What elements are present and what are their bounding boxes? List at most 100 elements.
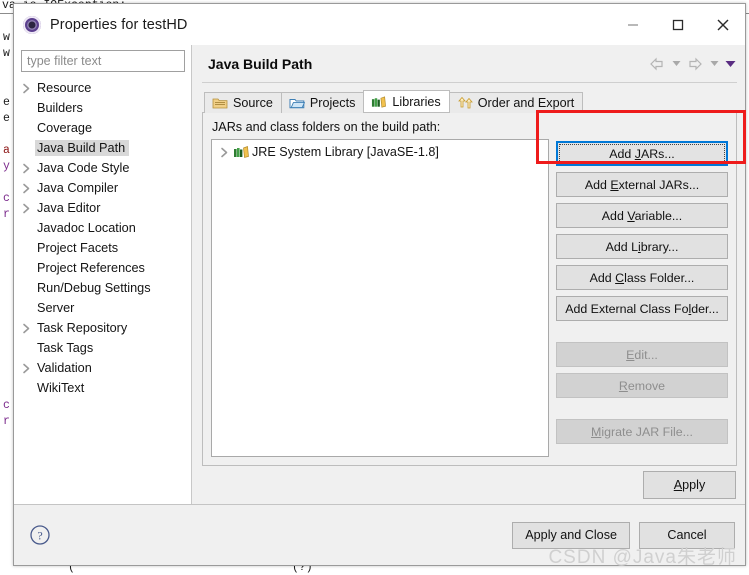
background-line-5: e [3, 112, 10, 125]
add-external-class-folder-button-label: Add External Class Folder... [565, 301, 719, 316]
order-export-icon [457, 96, 473, 110]
sidebar-item-builders[interactable]: Builders [14, 98, 191, 118]
properties-gear-icon [23, 15, 41, 34]
jar-list-item-label: JRE System Library [JavaSE-1.8] [252, 145, 439, 159]
button-group-separator [556, 404, 728, 413]
source-folder-icon [212, 98, 228, 109]
page-navigation [647, 45, 737, 82]
sidebar-item-label: Builders [37, 101, 83, 115]
tree-expander[interactable] [18, 183, 35, 194]
window-controls [610, 4, 745, 45]
minimize-button[interactable] [610, 4, 655, 45]
sidebar-item-label: Java Editor [37, 201, 101, 215]
apply-row: Apply [192, 466, 745, 504]
page-header: Java Build Path [192, 45, 745, 82]
sidebar-item-validation[interactable]: Validation [14, 358, 191, 378]
sidebar-item-project-facets[interactable]: Project Facets [14, 238, 191, 258]
sidebar-item-server[interactable]: Server [14, 298, 191, 318]
tab-projects[interactable]: Projects [280, 92, 365, 113]
tab-source[interactable]: Source [204, 92, 282, 113]
background-line-1: w [3, 31, 10, 44]
sidebar-item-wikitext[interactable]: WikiText [14, 378, 191, 398]
forward-button[interactable] [685, 57, 705, 71]
sidebar-item-task-repository[interactable]: Task Repository [14, 318, 191, 338]
dialog-titlebar: Properties for testHD [14, 4, 745, 45]
chevron-down-icon [710, 61, 718, 66]
sidebar-item-label: WikiText [37, 381, 85, 395]
back-button[interactable] [647, 57, 667, 71]
apply-button[interactable]: Apply [643, 471, 736, 499]
sidebar-item-coverage[interactable]: Coverage [14, 118, 191, 138]
minimize-icon [627, 23, 638, 26]
dialog-body: Resource Builders Coverage Java Build Path J… [14, 45, 745, 504]
close-button[interactable] [700, 4, 745, 45]
sidebar-item-label: Java Build Path [35, 140, 130, 156]
chevron-right-icon [23, 203, 30, 213]
tree-expander[interactable] [18, 203, 35, 214]
tree-expander[interactable] [216, 147, 233, 158]
chevron-right-icon [23, 163, 30, 173]
add-jars-button-label: Add JARs... [609, 146, 675, 161]
back-arrow-icon [650, 57, 663, 70]
library-books-icon [234, 146, 249, 158]
watermark: CSDN @Java朱老师 [548, 547, 737, 568]
add-jars-button[interactable]: Add JARs... [556, 141, 728, 166]
build-path-tabs: Source Projects Libraries Order and Export [192, 83, 745, 113]
add-class-folder-button-label: Add Class Folder... [589, 270, 695, 285]
source-folder-icon [212, 96, 228, 110]
svg-text:?: ? [37, 529, 42, 543]
sidebar-item-run-debug-settings[interactable]: Run/Debug Settings [14, 278, 191, 298]
forward-dropdown-button[interactable] [707, 60, 721, 67]
filter-input[interactable] [21, 50, 185, 72]
back-dropdown-button[interactable] [669, 60, 683, 67]
sidebar-item-javadoc-location[interactable]: Javadoc Location [14, 218, 191, 238]
add-variable-button[interactable]: Add Variable... [556, 203, 728, 228]
add-external-jars-button[interactable]: Add External JARs... [556, 172, 728, 197]
chevron-right-icon [23, 183, 30, 193]
tab-libraries[interactable]: Libraries [363, 90, 450, 112]
settings-sidebar: Resource Builders Coverage Java Build Path J… [14, 45, 192, 504]
background-line-7: a [3, 144, 10, 157]
sidebar-item-resource[interactable]: Resource [14, 78, 191, 98]
tab-label: Projects [309, 96, 356, 110]
sidebar-item-label: Java Code Style [37, 161, 130, 175]
sidebar-item-java-editor[interactable]: Java Editor [14, 198, 191, 218]
maximize-icon [672, 19, 683, 30]
sidebar-item-label: Project Facets [37, 241, 119, 255]
help-button[interactable]: ? [29, 524, 51, 546]
sidebar-item-label: Coverage [37, 121, 93, 135]
background-line-8: y [3, 160, 10, 173]
tree-expander[interactable] [18, 163, 35, 174]
button-group-separator [556, 327, 728, 336]
properties-dialog: Properties for testHD type filter text R… [13, 3, 746, 566]
tree-expander[interactable] [18, 83, 35, 94]
migrate-jar-file-button-label: Migrate JAR File... [591, 424, 693, 439]
sidebar-item-java-code-style[interactable]: Java Code Style [14, 158, 191, 178]
tree-expander[interactable] [18, 363, 35, 374]
add-library-button[interactable]: Add Library... [556, 234, 728, 259]
sidebar-item-java-build-path[interactable]: Java Build Path [14, 138, 191, 158]
sidebar-item-project-references[interactable]: Project References [14, 258, 191, 278]
tree-expander[interactable] [18, 323, 35, 334]
background-line-25: r [3, 415, 10, 428]
sidebar-item-label: Java Compiler [37, 181, 119, 195]
settings-page: Java Build Path Source Projects Librarie… [192, 45, 745, 504]
sidebar-item-java-compiler[interactable]: Java Compiler [14, 178, 191, 198]
view-menu-triangle-icon [725, 60, 735, 67]
jar-list-item[interactable]: JRE System Library [JavaSE-1.8] [212, 142, 548, 162]
add-class-folder-button[interactable]: Add Class Folder... [556, 265, 728, 290]
library-books-icon [372, 95, 387, 108]
jar-list[interactable]: JRE System Library [JavaSE-1.8] [211, 139, 549, 457]
view-menu-button[interactable] [723, 60, 737, 68]
maximize-button[interactable] [655, 4, 700, 45]
chevron-right-icon [23, 323, 30, 333]
add-variable-button-label: Add Variable... [601, 208, 683, 223]
sidebar-item-task-tags[interactable]: Task Tags [14, 338, 191, 358]
page-title: Java Build Path [208, 55, 313, 72]
settings-tree: Resource Builders Coverage Java Build Path J… [14, 76, 191, 504]
sidebar-item-label: Task Tags [37, 341, 94, 355]
tab-order-and-export[interactable]: Order and Export [448, 92, 584, 113]
add-external-class-folder-button[interactable]: Add External Class Folder... [556, 296, 728, 321]
chevron-right-icon [23, 83, 30, 93]
edit-button-label: Edit... [626, 347, 658, 362]
